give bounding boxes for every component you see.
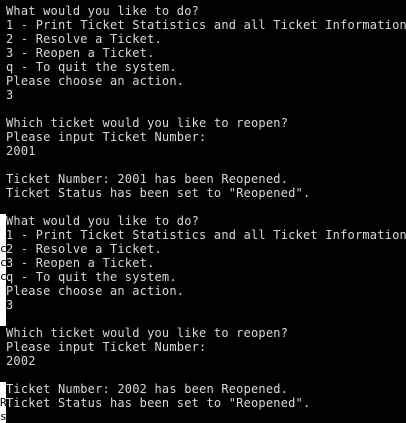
background-window-edge: c <box>0 270 6 284</box>
background-window-edge <box>0 298 6 312</box>
console-line: Please choose an action. <box>6 74 185 88</box>
console-line: 2 - Resolve a Ticket. <box>6 242 162 256</box>
background-window-edge: c <box>0 256 6 270</box>
console-line: Ticket Status has been set to "Reopened"… <box>6 396 311 410</box>
background-window-edge <box>0 228 6 242</box>
console-line: 3 <box>6 88 14 102</box>
console-line: 3 - Reopen a Ticket. <box>6 46 155 60</box>
background-window-edge <box>0 382 6 396</box>
console-line: Ticket Status has been set to "Reopened"… <box>6 186 311 200</box>
console-line: What would you like to do? <box>6 4 200 18</box>
console-line: Ticket Number: 2002 has been Reopened. <box>6 382 289 396</box>
console-line: Which ticket would you like to reopen? <box>6 326 289 340</box>
background-window-edge: R <box>0 396 6 410</box>
console-line: 2 - Resolve a Ticket. <box>6 32 162 46</box>
console-line: 2001 <box>6 144 36 158</box>
console-line: q - To quit the system. <box>6 60 177 74</box>
console-line: q - To quit the system. <box>6 270 177 284</box>
console-line: 3 - Reopen a Ticket. <box>6 256 155 270</box>
background-window-edge: s <box>0 410 6 423</box>
background-window-edge <box>0 312 6 326</box>
console-window: What would you like to do? 1 - Print Tic… <box>0 0 406 423</box>
console-line: Ticket Number: 2001 has been Reopened. <box>6 172 289 186</box>
console-line: What would you like to do? <box>6 214 200 228</box>
console-line: 1 - Print Ticket Statistics and all Tick… <box>6 18 406 32</box>
console-line: Which ticket would you like to reopen? <box>6 116 289 130</box>
console-line: 1 - Print Ticket Statistics and all Tick… <box>6 228 406 242</box>
background-window-edge <box>0 214 6 228</box>
console-line: Please choose an action. <box>6 284 185 298</box>
console-line: 2002 <box>6 354 36 368</box>
background-window-edge: c <box>0 242 6 256</box>
console-line: Please input Ticket Number: <box>6 130 207 144</box>
console-line: Please input Ticket Number: <box>6 340 207 354</box>
background-window-edge <box>0 284 6 298</box>
console-line: 3 <box>6 298 14 312</box>
